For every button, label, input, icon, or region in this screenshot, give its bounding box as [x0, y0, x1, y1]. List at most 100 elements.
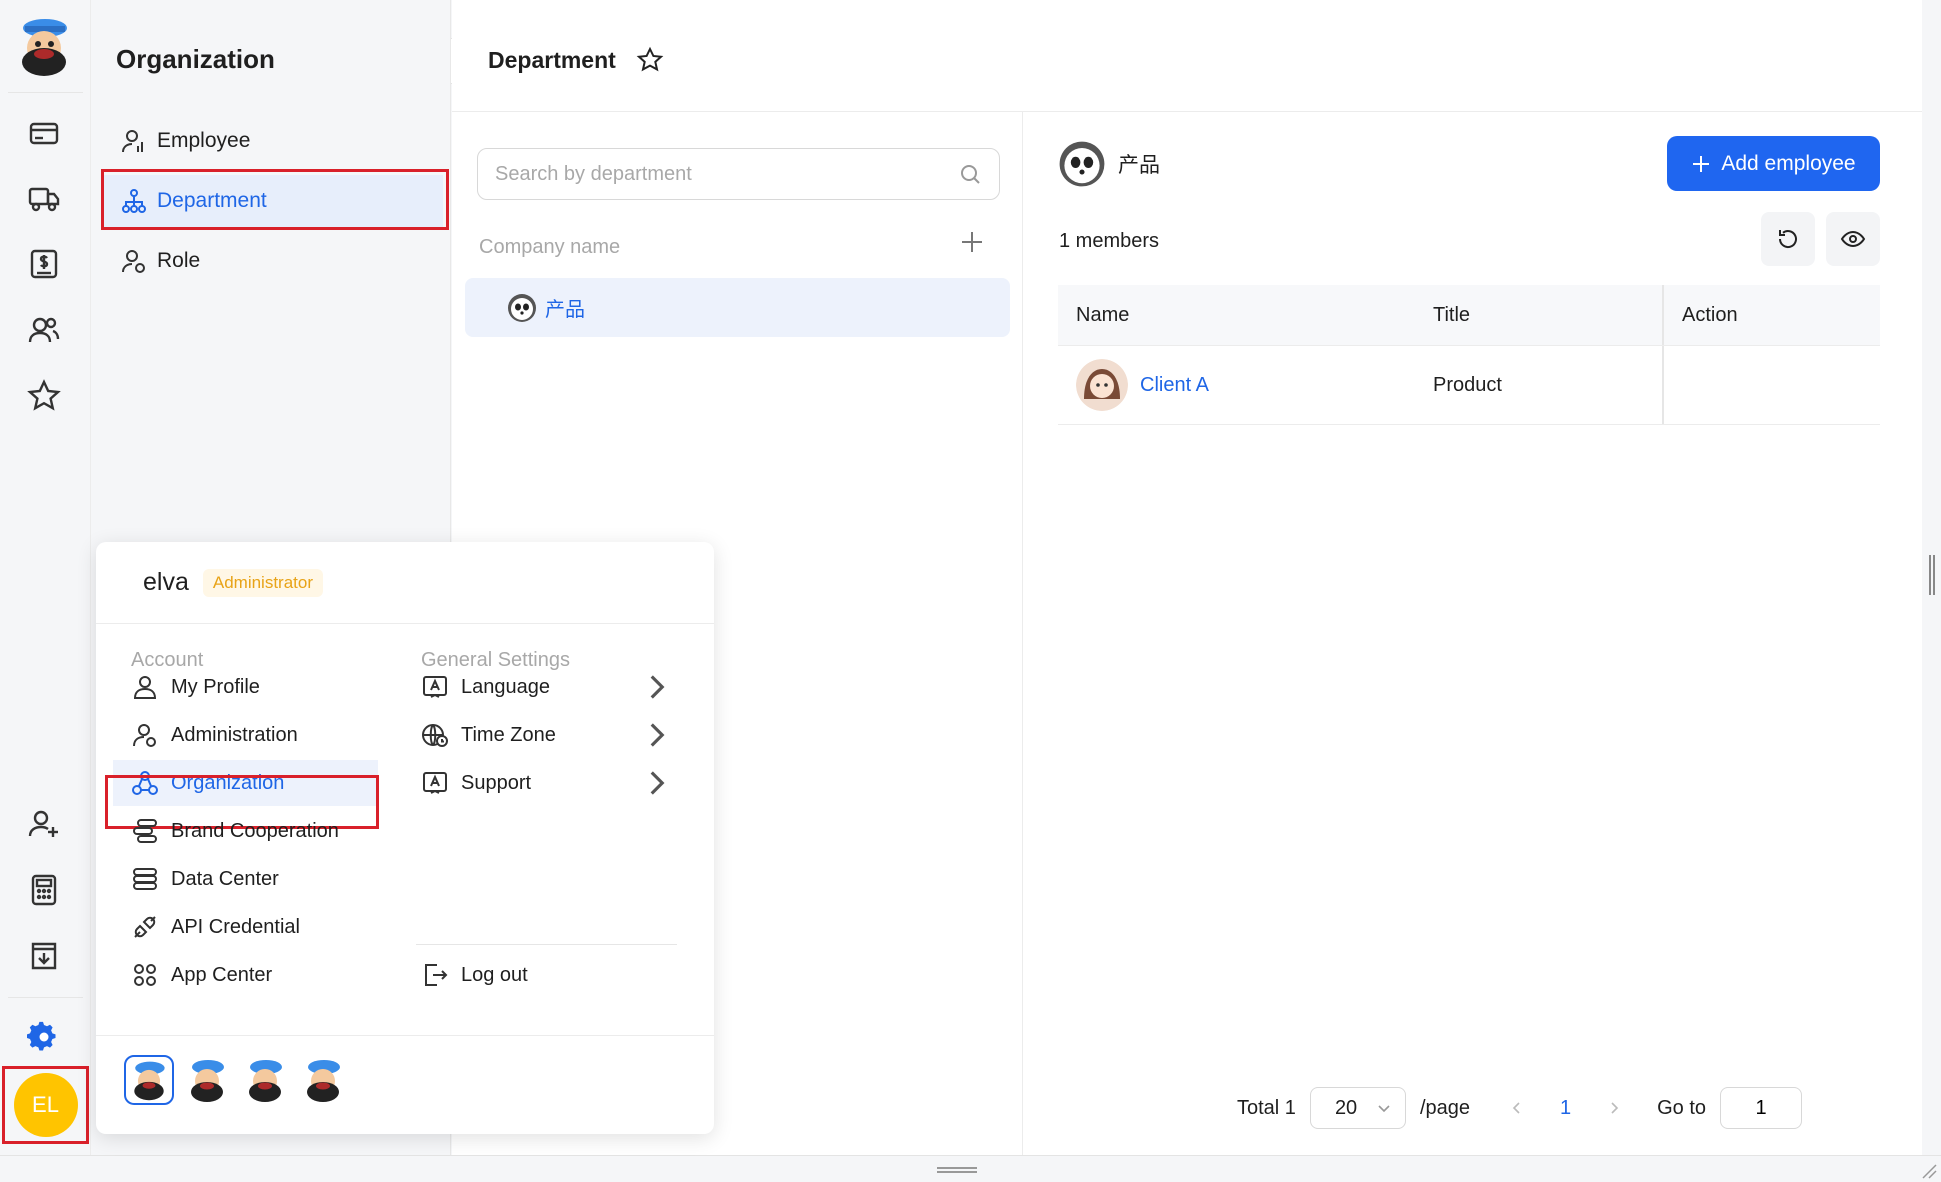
department-detail: 产品 Add employee 1 members Name Title Act…	[1023, 112, 1922, 1155]
admin-icon	[133, 724, 156, 747]
language-icon	[423, 676, 447, 698]
table-header: Name Title Action	[1058, 285, 1880, 346]
truck-icon[interactable]	[24, 178, 64, 218]
per-page-label: /page	[1419, 1096, 1470, 1119]
chevron-right-icon	[650, 675, 665, 699]
pagination: Total 1 20 /page 1 Go to	[1237, 1087, 1917, 1129]
page-size-value: 20	[1334, 1096, 1358, 1119]
department-header: 产品	[1058, 140, 1160, 188]
cell-title: Product	[1433, 373, 1502, 396]
page-size-select[interactable]: 20	[1309, 1087, 1406, 1129]
company-name-label: Company name	[479, 236, 621, 258]
download-doc-icon[interactable]	[24, 936, 64, 976]
scrollbar-handle[interactable]	[1929, 555, 1935, 595]
header-title: Title	[1433, 303, 1471, 326]
goto-label: Go to	[1657, 1096, 1707, 1119]
members-table: Name Title Action Client A Product	[1058, 285, 1880, 425]
app-logo-icon[interactable]	[182, 1055, 232, 1105]
brand-cooperation-icon	[133, 819, 157, 843]
menu-item-time-zone[interactable]: Time Zone	[421, 712, 671, 758]
star-icon[interactable]	[24, 376, 64, 416]
app-logo-icon[interactable]	[240, 1055, 290, 1105]
menu-separator	[416, 944, 677, 945]
tree-node-department[interactable]: 产品	[465, 278, 1010, 337]
page-header: Department	[452, 0, 1922, 112]
data-center-icon	[133, 868, 157, 890]
menu-item-brand-cooperation[interactable]: Brand Cooperation	[131, 808, 339, 854]
menu-item-label: Log out	[461, 963, 528, 986]
chevron-right-icon	[650, 723, 665, 747]
subnav-item-department[interactable]: Department	[101, 175, 443, 227]
add-user-icon[interactable]	[24, 804, 64, 844]
user-avatar-highlight[interactable]: EL	[2, 1066, 89, 1144]
chevron-right-icon	[650, 771, 665, 795]
menu-item-label: Language	[461, 675, 550, 698]
settings-gear-icon[interactable]	[24, 1017, 64, 1057]
department-search-input[interactable]	[477, 148, 1000, 200]
menu-item-api-credential[interactable]: API Credential	[131, 904, 300, 950]
menu-item-label: My Profile	[171, 675, 260, 698]
role-icon	[122, 250, 145, 273]
subnav-item-role[interactable]: Role	[101, 235, 443, 287]
bottom-bar	[0, 1155, 1941, 1182]
table-row: Client A Product	[1058, 346, 1880, 425]
menu-item-label: Organization	[171, 771, 285, 794]
current-page-button[interactable]: 1	[1560, 1097, 1571, 1120]
favorite-star-icon[interactable]	[636, 46, 664, 74]
menu-item-label: Brand Cooperation	[171, 819, 339, 842]
menu-item-label: Data Center	[171, 867, 279, 890]
menu-item-data-center[interactable]: Data Center	[131, 856, 279, 902]
header-name: Name	[1076, 303, 1130, 326]
view-toggle-button[interactable]	[1826, 212, 1880, 266]
next-page-icon[interactable]	[1607, 1101, 1621, 1115]
menu-item-support[interactable]: Support	[421, 760, 671, 806]
menu-item-my-profile[interactable]: My Profile	[131, 664, 260, 710]
icon-rail: EL	[0, 0, 91, 1182]
users-group-icon[interactable]	[24, 310, 64, 350]
members-count: 1 members	[1059, 230, 1160, 252]
goto-page-input[interactable]	[1720, 1087, 1803, 1129]
refresh-button[interactable]	[1761, 212, 1815, 266]
calculator-icon[interactable]	[24, 870, 64, 910]
drag-handle[interactable]	[937, 1167, 977, 1173]
app-grid-icon	[134, 964, 156, 986]
cell-action	[1662, 346, 1880, 424]
menu-item-label: Time Zone	[461, 723, 556, 746]
menu-item-organization[interactable]: Organization	[113, 760, 378, 806]
search-icon[interactable]	[958, 162, 982, 186]
logout-icon	[425, 964, 448, 986]
employee-name-link[interactable]: Client A	[1140, 374, 1209, 397]
header-action: Action	[1662, 285, 1880, 345]
menu-item-language[interactable]: Language	[421, 664, 671, 710]
app-logo-icon[interactable]	[298, 1055, 348, 1105]
menu-item-log-out[interactable]: Log out	[421, 952, 528, 998]
add-employee-label: Add employee	[1721, 151, 1856, 175]
panda-avatar-icon	[1059, 141, 1105, 187]
org-tree-icon	[122, 189, 146, 213]
department-name: 产品	[1118, 154, 1160, 177]
pagination-total: Total 1	[1237, 1096, 1296, 1119]
plug-icon	[134, 916, 156, 938]
resize-grip-icon[interactable]	[1919, 1161, 1937, 1179]
brand-logo-icon[interactable]	[11, 14, 77, 80]
prev-page-icon[interactable]	[1510, 1101, 1524, 1115]
menu-item-label: Administration	[171, 723, 298, 746]
menu-item-label: App Center	[171, 963, 273, 986]
subnav-title: Organization	[116, 44, 275, 74]
organization-icon	[132, 771, 158, 795]
subnav-item-label: Department	[157, 189, 267, 212]
menu-item-administration[interactable]: Administration	[131, 712, 298, 758]
username: elva	[143, 568, 189, 596]
rail-divider	[8, 997, 83, 998]
add-department-icon[interactable]	[957, 227, 987, 257]
eye-icon	[1840, 230, 1866, 248]
menu-item-label: API Credential	[171, 915, 300, 938]
user-avatar[interactable]: EL	[13, 1073, 78, 1137]
subnav-item-employee[interactable]: Employee	[101, 115, 443, 167]
globe-clock-icon	[422, 724, 448, 747]
menu-item-app-center[interactable]: App Center	[131, 952, 272, 998]
billing-icon[interactable]	[24, 244, 64, 284]
add-employee-button[interactable]: Add employee	[1667, 136, 1880, 191]
app-logo-icon[interactable]	[124, 1055, 174, 1105]
card-icon[interactable]	[24, 113, 64, 153]
